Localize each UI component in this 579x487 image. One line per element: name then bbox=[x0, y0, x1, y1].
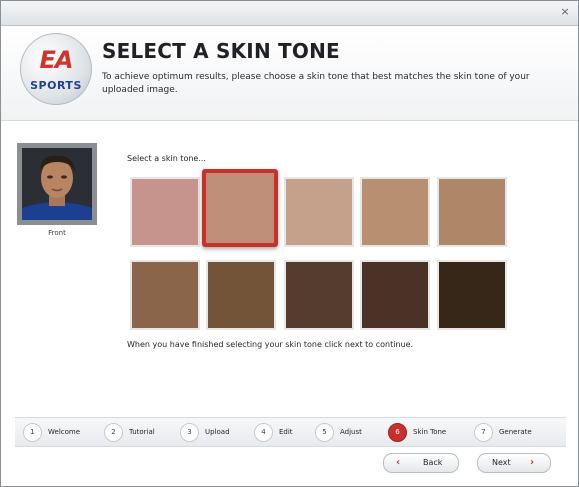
step-tutorial[interactable]: 2 Tutorial bbox=[104, 422, 155, 442]
skin-tone-swatch[interactable] bbox=[284, 260, 354, 330]
step-number: 4 bbox=[254, 422, 273, 442]
ea-sports-logo: EA SPORTS bbox=[20, 33, 92, 105]
next-button[interactable]: Next › bbox=[477, 453, 551, 473]
skin-tone-swatch[interactable] bbox=[360, 260, 430, 330]
uploaded-photo-frame bbox=[17, 143, 97, 225]
step-label: Generate bbox=[499, 428, 532, 436]
skin-tone-swatch[interactable] bbox=[360, 177, 430, 247]
step-upload[interactable]: 3 Upload bbox=[180, 422, 230, 442]
chevron-left-icon: ‹ bbox=[396, 457, 401, 468]
skin-tone-swatch[interactable] bbox=[206, 260, 276, 330]
dialog-window: × EA SPORTS SELECT A SKIN TONE To achiev… bbox=[0, 0, 579, 487]
step-skin-tone[interactable]: 6 Skin Tone bbox=[388, 422, 446, 442]
step-label: Skin Tone bbox=[413, 428, 447, 436]
uploaded-photo bbox=[22, 148, 92, 220]
back-button[interactable]: ‹ Back bbox=[383, 453, 459, 473]
logo-sports-text: SPORTS bbox=[30, 79, 82, 92]
step-number-active: 6 bbox=[388, 422, 407, 442]
step-edit[interactable]: 4 Edit bbox=[254, 422, 293, 442]
step-number: 3 bbox=[180, 422, 199, 442]
header-banner: EA SPORTS SELECT A SKIN TONE To achieve … bbox=[1, 26, 578, 121]
step-number: 5 bbox=[315, 422, 334, 442]
step-generate[interactable]: 7 Generate bbox=[474, 422, 532, 442]
photo-caption: Front bbox=[48, 229, 66, 237]
step-label: Upload bbox=[205, 428, 230, 436]
step-label: Tutorial bbox=[129, 428, 155, 436]
skin-tone-prompt: Select a skin tone... bbox=[127, 154, 206, 163]
next-button-label: Next bbox=[492, 458, 511, 467]
step-number: 1 bbox=[23, 422, 42, 442]
skin-tone-swatch[interactable] bbox=[437, 177, 507, 247]
title-bar: × bbox=[1, 1, 578, 26]
skin-tone-swatch[interactable] bbox=[284, 177, 354, 247]
step-label: Adjust bbox=[340, 428, 362, 436]
step-number: 2 bbox=[104, 422, 123, 442]
logo-ea-text: EA bbox=[39, 46, 74, 74]
back-button-label: Back bbox=[423, 458, 443, 467]
close-icon[interactable]: × bbox=[558, 5, 572, 19]
step-label: Edit bbox=[279, 428, 293, 436]
finish-instruction: When you have finished selecting your sk… bbox=[127, 340, 414, 349]
wizard-steps: 1 Welcome 2 Tutorial 3 Upload 4 Edit 5 A… bbox=[15, 417, 566, 447]
skin-tone-swatch[interactable] bbox=[130, 177, 200, 247]
step-label: Welcome bbox=[48, 428, 81, 436]
chevron-right-icon: › bbox=[530, 457, 535, 468]
skin-tone-swatch[interactable] bbox=[437, 260, 507, 330]
step-welcome[interactable]: 1 Welcome bbox=[23, 422, 80, 442]
step-adjust[interactable]: 5 Adjust bbox=[315, 422, 362, 442]
face-portrait bbox=[22, 148, 92, 220]
step-number: 7 bbox=[474, 422, 493, 442]
skin-tone-swatch-selected[interactable] bbox=[202, 169, 278, 247]
page-title: SELECT A SKIN TONE bbox=[102, 39, 340, 63]
skin-tone-swatch[interactable] bbox=[130, 260, 200, 330]
page-description: To achieve optimum results, please choos… bbox=[102, 72, 530, 95]
